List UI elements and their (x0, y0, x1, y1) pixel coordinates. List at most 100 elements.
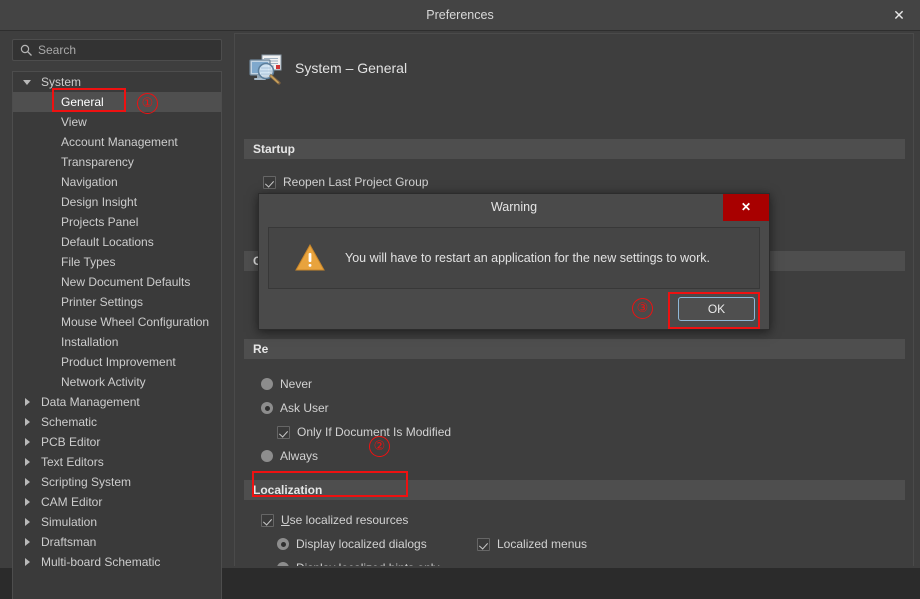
checkbox-localized-menus[interactable] (477, 538, 490, 551)
system-general-icon (249, 54, 282, 85)
warning-triangle-icon (295, 244, 325, 271)
sidebar-item-system[interactable]: System (13, 72, 221, 92)
radio-display-localized-hints-only[interactable] (277, 562, 289, 566)
sidebar-item-pcb-editor[interactable]: PCB Editor (13, 432, 221, 452)
radio-option-never[interactable]: Never (261, 375, 312, 393)
sidebar-item-new-document-defaults[interactable]: New Document Defaults (13, 272, 221, 292)
warning-dialog: Warning ✕ You will have to restart an ap… (258, 193, 770, 330)
sidebar-item-cam-editor[interactable]: CAM Editor (13, 492, 221, 512)
sidebar-item-file-types[interactable]: File Types (13, 252, 221, 272)
radio-always[interactable] (261, 450, 273, 462)
search-box[interactable] (12, 39, 222, 61)
sidebar-item-simulation[interactable]: Simulation (13, 512, 221, 532)
warning-dialog-close-icon[interactable]: ✕ (723, 194, 769, 221)
sidebar-item-label: Network Activity (61, 375, 146, 389)
section-header-reopen: Re (244, 339, 905, 359)
option-label: Display localized hints only (296, 561, 439, 566)
search-input[interactable] (38, 40, 218, 60)
radio-ask-user[interactable] (261, 402, 273, 414)
sidebar-item-label: Multi-board Schematic (41, 555, 161, 569)
checkbox-only-if-document-is-modified[interactable] (277, 426, 290, 439)
warning-dialog-title: Warning (490, 200, 538, 214)
page-title: System – General (295, 60, 408, 76)
sidebar-item-label: PCB Editor (41, 435, 101, 449)
option-label: Ask User (280, 401, 329, 415)
sidebar-item-navigation[interactable]: Navigation (13, 172, 221, 192)
radio-display-localized-dialogs[interactable] (277, 538, 289, 550)
sidebar-item-label: View (61, 115, 87, 129)
sidebar-item-printer-settings[interactable]: Printer Settings (13, 292, 221, 312)
option-label: se localized resources (289, 513, 409, 527)
chevron-right-icon[interactable] (25, 438, 30, 446)
sidebar-item-label: Draftsman (41, 535, 97, 549)
sidebar-item-label: Projects Panel (61, 215, 139, 229)
sidebar-item-draftsman[interactable]: Draftsman (13, 532, 221, 552)
option-label: Localized menus (497, 537, 588, 551)
sidebar-item-scripting-system[interactable]: Scripting System (13, 472, 221, 492)
sidebar-item-general[interactable]: General (13, 92, 221, 112)
sidebar-item-schematic[interactable]: Schematic (13, 412, 221, 432)
sidebar-item-view[interactable]: View (13, 112, 221, 132)
sidebar-item-label: Scripting System (41, 475, 132, 489)
sidebar-item-label: CAM Editor (41, 495, 103, 509)
sidebar-item-data-management[interactable]: Data Management (13, 392, 221, 412)
sidebar-item-mouse-wheel-configuration[interactable]: Mouse Wheel Configuration (13, 312, 221, 332)
sidebar-item-product-improvement[interactable]: Product Improvement (13, 352, 221, 372)
sidebar-item-label: File Types (61, 255, 116, 269)
chevron-right-icon[interactable] (25, 418, 30, 426)
chevron-right-icon[interactable] (25, 478, 30, 486)
sidebar-item-account-management[interactable]: Account Management (13, 132, 221, 152)
sidebar-item-label: Printer Settings (61, 295, 144, 309)
sidebar-item-multi-board-schematic[interactable]: Multi-board Schematic (13, 552, 221, 572)
sidebar-item-projects-panel[interactable]: Projects Panel (13, 212, 221, 232)
sidebar-item-label: Data Management (41, 395, 140, 409)
chevron-right-icon[interactable] (25, 458, 30, 466)
warning-dialog-ok-button[interactable]: OK (678, 297, 755, 321)
sidebar-item-network-activity[interactable]: Network Activity (13, 372, 221, 392)
chevron-right-icon[interactable] (25, 498, 30, 506)
checkbox-reopen-last-project-group[interactable] (263, 176, 276, 189)
sidebar-item-text-editors[interactable]: Text Editors (13, 452, 221, 472)
sidebar-item-label: Default Locations (61, 235, 154, 249)
option-label-accel: U (281, 513, 290, 527)
radio-option-display-localized-hints-only[interactable]: Display localized hints only (277, 559, 439, 566)
sidebar-item-label: System (41, 75, 82, 89)
sidebar-item-label: Simulation (41, 515, 98, 529)
radio-never[interactable] (261, 378, 273, 390)
sidebar-item-installation[interactable]: Installation (13, 332, 221, 352)
warning-dialog-body: You will have to restart an application … (268, 227, 760, 289)
sidebar-item-label: General (61, 95, 104, 109)
chevron-right-icon[interactable] (25, 518, 30, 526)
sidebar-item-default-locations[interactable]: Default Locations (13, 232, 221, 252)
option-label: Never (280, 377, 313, 391)
chevron-right-icon[interactable] (25, 538, 30, 546)
option-only-if-document-is-modified[interactable]: Only If Document Is Modified (277, 423, 451, 441)
option-use-localized-resources[interactable]: Use localized resources (261, 511, 408, 529)
sidebar-item-label: Product Improvement (61, 355, 176, 369)
sidebar-item-transparency[interactable]: Transparency (13, 152, 221, 172)
option-label: Always (280, 449, 319, 463)
option-reopen-last-project-group[interactable]: Reopen Last Project Group (263, 173, 428, 191)
sidebar-item-label: Account Management (61, 135, 178, 149)
sidebar-item-label: New Document Defaults (61, 275, 191, 289)
sidebar-item-label: Schematic (41, 415, 98, 429)
option-label: Reopen Last Project Group (283, 175, 429, 189)
chevron-right-icon[interactable] (25, 558, 30, 566)
chevron-right-icon[interactable] (25, 398, 30, 406)
preferences-tree[interactable]: System General View Account Management Trans… (12, 71, 222, 599)
sidebar-item-label: Navigation (61, 175, 118, 189)
search-icon (20, 44, 32, 56)
sidebar-item-label: Mouse Wheel Configuration (61, 315, 210, 329)
warning-dialog-message: You will have to restart an application … (345, 251, 711, 265)
radio-option-ask-user[interactable]: Ask User (261, 399, 329, 417)
sidebar-item-design-insight[interactable]: Design Insight (13, 192, 221, 212)
radio-option-display-localized-dialogs[interactable]: Display localized dialogs (277, 535, 427, 553)
option-localized-menus[interactable]: Localized menus (477, 535, 587, 553)
section-header-localization: Localization (244, 480, 905, 500)
radio-option-always[interactable]: Always (261, 447, 318, 465)
window-titlebar: Preferences ✕ (0, 0, 920, 31)
chevron-down-icon[interactable] (23, 80, 31, 85)
checkbox-use-localized-resources[interactable] (261, 514, 274, 527)
sidebar: System General View Account Management Trans… (0, 31, 232, 599)
close-icon[interactable]: ✕ (884, 4, 914, 26)
